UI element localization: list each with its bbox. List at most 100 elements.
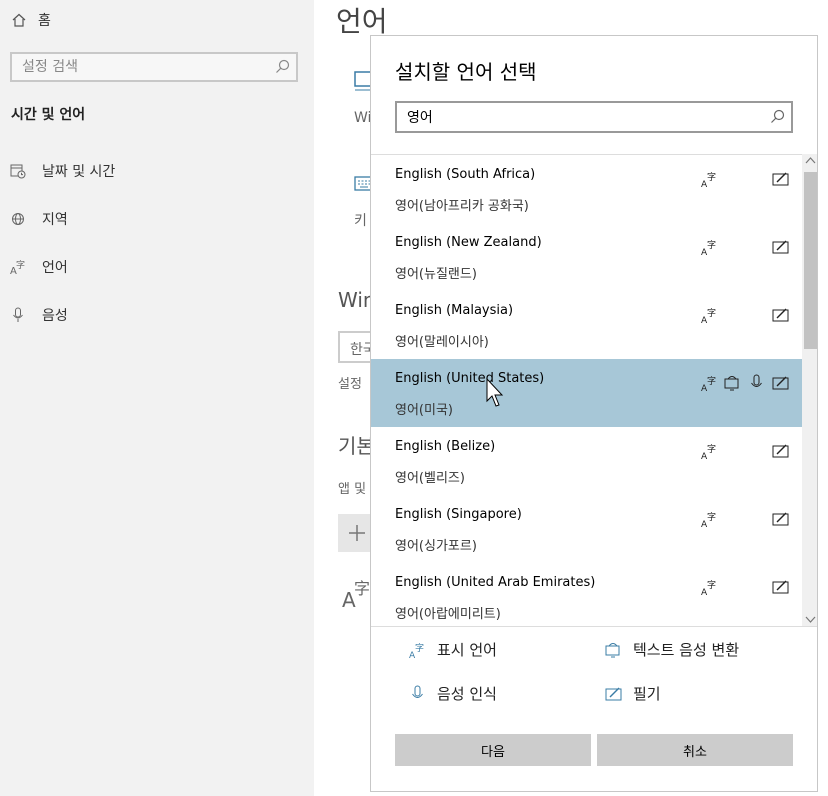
chevron-down-icon[interactable] [805,615,816,624]
next-button[interactable]: 다음 [395,734,591,766]
language-english-name: English (Singapore) [395,507,522,522]
sidebar-item-label: 언어 [42,260,68,276]
scrollbar-thumb[interactable] [804,172,817,349]
display-language-icon: A字 [701,443,716,460]
search-icon[interactable] [770,109,785,124]
choose-language-dialog: 설치할 언어 선택 English (South Africa) 영어(남아프리… [370,35,818,792]
svg-text:字: 字 [707,511,716,523]
legend-label: 필기 [633,685,661,703]
sidebar-item-date-time[interactable]: 날짜 및 시간 [10,161,115,181]
svg-text:字: 字 [707,171,716,183]
page-title: 언어 [336,5,388,38]
handwriting-icon [772,308,789,322]
globe-icon [12,213,24,225]
display-language-icon: A字 [701,579,716,596]
dialog-divider [371,626,817,627]
display-language-icon: A字 [701,375,716,392]
settings-search-box[interactable] [10,52,298,82]
dialog-title: 설치할 언어 선택 [395,60,537,84]
svg-text:字: 字 [707,239,716,251]
language-list-item[interactable]: English (Singapore) 영어(싱가포르) A字 [371,495,802,563]
settings-search-input[interactable] [12,54,262,80]
language-list-item[interactable]: English (Malaysia) 영어(말레이시아) A字 [371,291,802,359]
sidebar-item-label: 날짜 및 시간 [42,164,116,180]
sidebar-item-label: 음성 [42,308,68,324]
language-english-name: English (United States) [395,371,545,386]
language-english-name: English (South Africa) [395,167,536,182]
display-language-icon: A字 [701,171,716,188]
settings-sidebar: 홈 시간 및 언어 날짜 및 시간 지역 A字 언어 음성 [0,0,314,796]
svg-text:字: 字 [354,579,370,598]
legend-label: 음성 인식 [437,685,497,703]
calendar-clock-icon [10,164,26,179]
language-english-name: English (Belize) [395,439,496,454]
handwriting-icon [772,580,789,594]
legend-speech-recognition: 음성 인식 [409,683,497,704]
home-label: 홈 [38,13,51,29]
section-title: 시간 및 언어 [11,107,86,123]
legend-text-to-speech: 텍스트 음성 변환 [605,639,739,660]
handwriting-icon [772,512,789,526]
display-language-icon: A字 [701,307,716,324]
language-english-name: English (United Arab Emirates) [395,575,596,590]
apps-fragment: 앱 및 [338,482,367,497]
microphone-icon [13,307,23,322]
handwriting-icon [772,240,789,254]
text-to-speech-icon [605,642,620,657]
language-english-name: English (New Zealand) [395,235,542,250]
handwriting-icon [605,687,622,700]
speech-recognition-icon [412,685,423,698]
sidebar-item-label: 지역 [42,212,68,228]
home-nav-item[interactable]: 홈 [12,10,51,30]
language-list-item[interactable]: English (United Arab Emirates) 영어(아랍에미리트… [371,563,802,626]
windows-display-fragment: Wi [354,110,372,126]
handwriting-icon [772,376,789,390]
svg-text:字: 字 [16,259,25,271]
language-list-item[interactable]: English (Belize) 영어(벨리즈) A字 [371,427,802,495]
sidebar-item-region[interactable]: 지역 [10,209,68,229]
legend-label: 텍스트 음성 변환 [633,641,740,659]
language-native-name: 영어(싱가포르) [395,539,477,554]
speech-recognition-icon [751,374,762,387]
svg-text:字: 字 [707,375,716,387]
language-list[interactable]: English (South Africa) 영어(남아프리카 공화국) A字 … [371,154,802,626]
legend-display-language: A字 표시 언어 [409,639,497,660]
cancel-button[interactable]: 취소 [597,734,793,766]
home-icon [12,13,26,27]
svg-text:字: 字 [415,642,424,654]
legend-label: 표시 언어 [437,641,497,659]
language-icon: A字 [342,579,370,610]
language-list-item[interactable]: English (New Zealand) 영어(뉴질랜드) A字 [371,223,802,291]
keyboard-fragment: 키 [354,213,367,229]
language-native-name: 영어(남아프리카 공화국) [395,199,529,214]
language-icon: A字 [10,259,25,275]
svg-text:字: 字 [707,443,716,455]
search-icon[interactable] [275,59,290,74]
handwriting-icon [772,172,789,186]
mouse-cursor-icon [486,378,504,407]
display-language-icon: A字 [409,642,424,659]
sidebar-item-speech[interactable]: 음성 [10,305,68,325]
svg-text:字: 字 [707,579,716,591]
language-list-scrollbar[interactable] [802,154,817,626]
legend-handwriting: 필기 [605,683,661,704]
language-search-input[interactable] [397,103,757,131]
language-native-name: 영어(미국) [395,403,453,418]
plus-icon [349,525,365,541]
language-list-item[interactable]: English (South Africa) 영어(남아프리카 공화국) A字 [371,155,802,223]
sidebar-item-language[interactable]: A字 언어 [10,257,68,277]
svg-text:字: 字 [707,307,716,319]
display-language-icon: A字 [701,511,716,528]
language-native-name: 영어(아랍에미리트) [395,607,501,622]
handwriting-icon [772,444,789,458]
settings-fragment: 설정 [338,377,362,392]
text-to-speech-icon [724,376,739,391]
language-list-item-selected[interactable]: English (United States) 영어(미국) A字 [371,359,802,427]
language-english-name: English (Malaysia) [395,303,514,318]
language-native-name: 영어(벨리즈) [395,471,465,486]
language-search-box[interactable] [395,101,793,133]
language-native-name: 영어(뉴질랜드) [395,267,477,282]
chevron-up-icon[interactable] [805,156,816,165]
language-native-name: 영어(말레이시아) [395,335,489,350]
display-language-icon: A字 [701,239,716,256]
